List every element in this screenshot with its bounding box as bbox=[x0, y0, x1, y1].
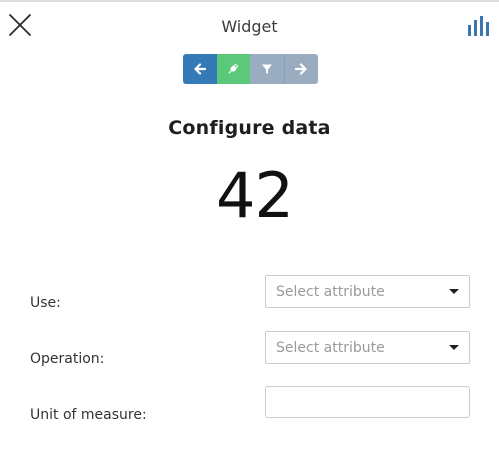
plug-icon bbox=[228, 63, 239, 74]
operation-select[interactable]: Select attribute bbox=[265, 331, 470, 364]
arrow-left-icon bbox=[194, 63, 206, 75]
unit-of-measure-input[interactable] bbox=[265, 386, 470, 418]
wizard-stepper bbox=[183, 54, 318, 84]
filter-icon bbox=[261, 64, 272, 74]
operation-label: Operation: bbox=[30, 351, 105, 367]
step-filter-button[interactable] bbox=[250, 54, 284, 84]
use-select-placeholder: Select attribute bbox=[276, 284, 385, 300]
step-next-button[interactable] bbox=[283, 54, 318, 84]
step-data-button[interactable] bbox=[216, 54, 250, 84]
section-heading: Configure data bbox=[168, 117, 331, 139]
caret-down-icon bbox=[449, 289, 459, 294]
page-title: Widget bbox=[221, 17, 278, 36]
use-label: Use: bbox=[30, 295, 61, 311]
bar-chart-icon bbox=[468, 16, 489, 36]
caret-down-icon bbox=[449, 345, 459, 350]
use-select[interactable]: Select attribute bbox=[265, 275, 470, 308]
arrow-right-icon bbox=[295, 63, 307, 75]
operation-select-placeholder: Select attribute bbox=[276, 340, 385, 356]
chart-type-button[interactable] bbox=[467, 15, 492, 37]
step-back-button[interactable] bbox=[183, 54, 217, 84]
widget-preview-value: 42 bbox=[216, 159, 294, 232]
unit-label: Unit of measure: bbox=[30, 407, 147, 423]
top-divider bbox=[0, 0, 499, 2]
